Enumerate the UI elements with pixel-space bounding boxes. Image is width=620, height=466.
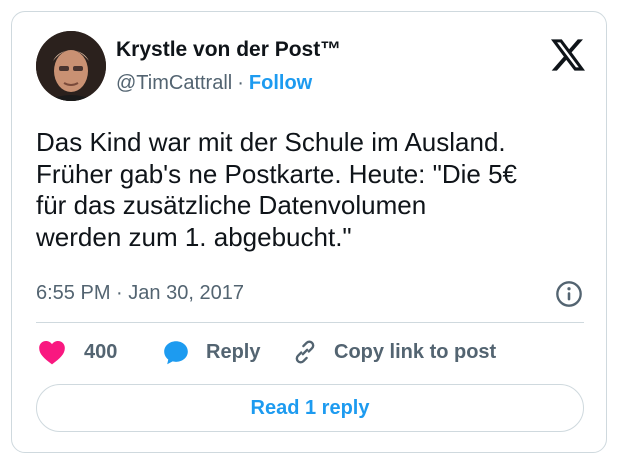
author-handle[interactable]: @TimCattrall <box>116 72 232 94</box>
tweet-time: 6:55 PM <box>36 282 111 304</box>
tweet-date: Jan 30, 2017 <box>128 282 244 304</box>
reply-label: Reply <box>206 340 261 363</box>
heart-icon <box>39 341 65 365</box>
x-logo-icon[interactable] <box>551 39 585 71</box>
link-icon <box>295 340 315 364</box>
read-replies-button[interactable]: Read 1 reply <box>36 384 584 432</box>
tweet-text: Das Kind war mit der Schule im Ausland. … <box>36 127 592 253</box>
author-display-name[interactable]: Krystle von der Post™ <box>116 38 341 62</box>
info-icon[interactable] <box>555 280 583 308</box>
tweet-text-line: werden zum 1. abgebucht." <box>36 221 352 252</box>
avatar[interactable] <box>36 31 106 101</box>
avatar-image <box>36 31 106 101</box>
author-handle-row: @TimCattrall · Follow <box>116 72 312 95</box>
separator-dot: · <box>237 72 244 94</box>
divider <box>36 322 584 323</box>
like-count: 400 <box>84 340 118 363</box>
copy-link-button[interactable]: Copy link to post <box>292 337 496 367</box>
separator-dot: · <box>116 282 123 304</box>
follow-button[interactable]: Follow <box>249 72 312 94</box>
timestamp[interactable]: 6:55 PM · Jan 30, 2017 <box>36 282 244 305</box>
tweet-text-line: Früher gab's ne Postkarte. Heute: "Die 5… <box>36 158 517 189</box>
reply-bubble-icon <box>164 340 188 364</box>
tweet-text-line: für das zusätzliche Datenvolumen <box>36 190 427 220</box>
reply-button[interactable]: Reply <box>162 337 260 367</box>
copy-link-label: Copy link to post <box>334 340 497 363</box>
like-button[interactable]: 400 <box>38 337 117 367</box>
tweet-text-line: Das Kind war mit der Schule im Ausland. <box>36 127 506 157</box>
tweet-card: Krystle von der Post™ @TimCattrall · Follo… <box>11 11 607 453</box>
